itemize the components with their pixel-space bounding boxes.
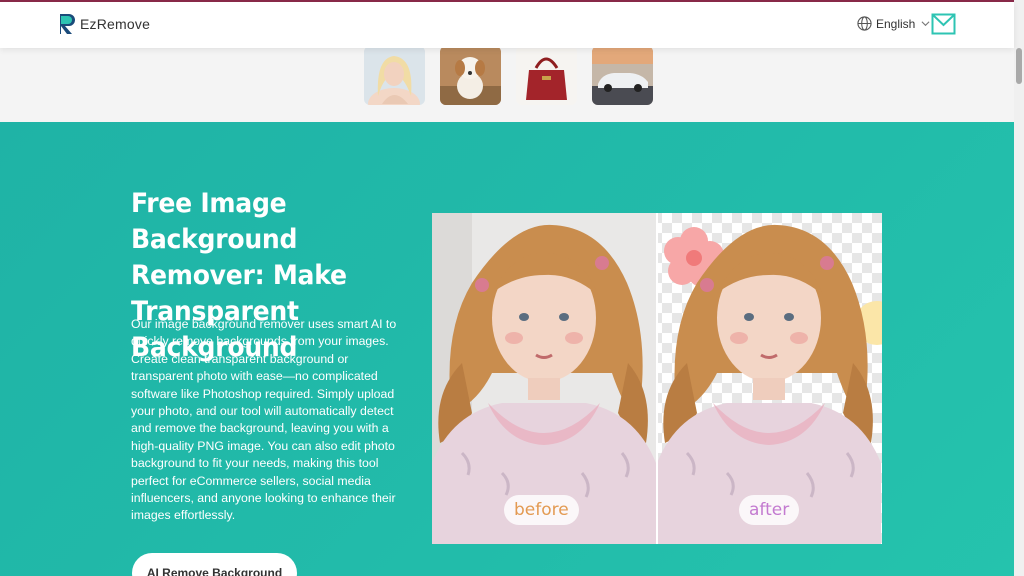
sample-thumb-car[interactable] bbox=[592, 46, 653, 105]
language-selector[interactable]: English bbox=[857, 16, 930, 31]
mail-icon[interactable] bbox=[931, 13, 956, 35]
logo-text: EzRemove bbox=[80, 16, 151, 32]
language-label: English bbox=[876, 16, 916, 31]
site-header: EzRemove English bbox=[0, 2, 1014, 48]
hero-section: Free Image Background Remover: Make Tran… bbox=[0, 122, 1014, 576]
page-scrollbar[interactable] bbox=[1014, 0, 1024, 576]
chevron-down-icon bbox=[921, 21, 930, 27]
ai-remove-background-button[interactable]: AI Remove Background bbox=[132, 553, 297, 576]
after-label: after bbox=[739, 495, 800, 525]
before-label: before bbox=[504, 495, 579, 525]
logo-icon bbox=[60, 14, 75, 34]
globe-icon bbox=[857, 16, 872, 31]
before-after-comparison: before after bbox=[432, 213, 882, 544]
logo[interactable]: EzRemove bbox=[58, 12, 150, 36]
sample-thumb-handbag[interactable] bbox=[516, 46, 577, 105]
sample-thumbnails bbox=[364, 46, 653, 105]
sample-thumb-dog[interactable] bbox=[440, 46, 501, 105]
scrollbar-thumb[interactable] bbox=[1016, 48, 1022, 84]
sample-thumb-woman[interactable] bbox=[364, 46, 425, 105]
hero-description: Our image background remover uses smart … bbox=[131, 317, 397, 523]
